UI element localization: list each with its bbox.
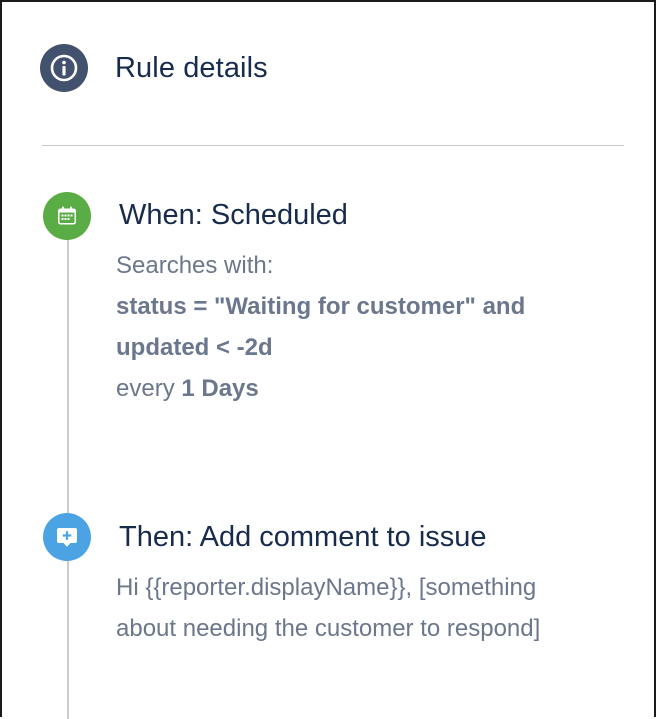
calendar-icon[interactable] [43,192,91,240]
divider [42,145,624,146]
searches-label: Searches with: [116,252,274,279]
action-title[interactable]: Then: Add comment to issue [119,521,487,554]
jql-line-2: updated < -2d [116,334,273,361]
info-icon [40,44,88,92]
interval-value: 1 Days [181,375,259,402]
jql-line-1: status = "Waiting for customer" and [116,293,526,320]
comment-line-2: about needing the customer to respond] [116,615,541,642]
rule-details-item[interactable]: Rule details [40,44,268,92]
trigger-description: Searches with: status = "Waiting for cus… [116,245,636,409]
trigger-title[interactable]: When: Scheduled [119,199,348,232]
schedule-interval: every 1 Days [116,368,636,409]
add-comment-icon[interactable] [43,513,91,561]
rule-panel: Rule details When: Scheduled Searches wi… [0,0,656,719]
rule-details-label: Rule details [115,51,268,84]
action-description: Hi {{reporter.displayName}}, [something … [116,567,636,649]
every-label: every [116,375,175,402]
comment-line-1: Hi {{reporter.displayName}}, [something [116,574,537,601]
timeline-connector [67,224,69,719]
